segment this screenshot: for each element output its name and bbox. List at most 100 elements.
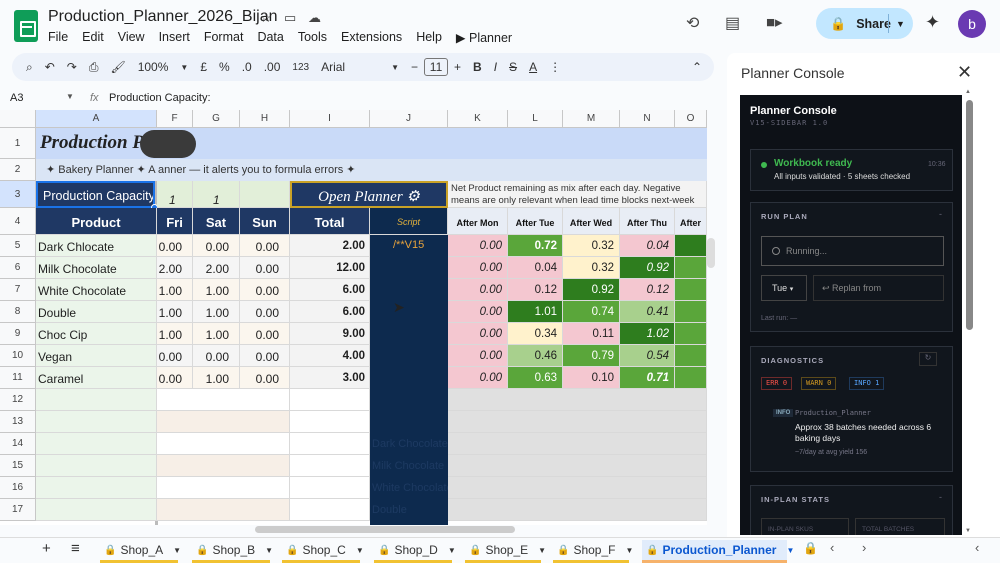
select-all-corner[interactable] — [0, 110, 36, 128]
remaining-value[interactable]: 0.72 — [508, 235, 563, 257]
font-size-plus-icon[interactable]: + — [448, 60, 467, 74]
day-value[interactable]: 1.00 — [157, 323, 193, 345]
empty-cell[interactable] — [290, 477, 370, 499]
empty-cell[interactable] — [36, 411, 157, 433]
day-value[interactable]: 0.00 — [240, 279, 290, 301]
remaining-value[interactable]: 0.10 — [563, 367, 620, 389]
menu-planner[interactable]: ▶ Planner — [456, 30, 512, 45]
day-value[interactable]: 0.00 — [157, 235, 193, 257]
chevron-down-icon[interactable]: ▼ — [786, 546, 794, 555]
remaining-value[interactable]: 0.04 — [508, 257, 563, 279]
column-header[interactable]: F — [157, 110, 193, 128]
move-folder-icon[interactable]: ▭ — [284, 10, 296, 26]
column-header[interactable]: H — [240, 110, 290, 128]
text-color-icon[interactable]: A — [523, 60, 543, 74]
sheet-tab-shop-e[interactable]: 🔒 Shop_E ▼ — [465, 540, 546, 560]
all-sheets-icon[interactable]: ≡ — [71, 540, 80, 557]
remaining-value[interactable]: 1.02 — [620, 323, 675, 345]
more-icon[interactable]: ⋮ — [543, 60, 567, 74]
day-value[interactable]: 0.00 — [157, 345, 193, 367]
sheet-tab-production-planner[interactable]: 🔒 Production_Planner ▼ — [642, 540, 794, 560]
share-button[interactable]: 🔒 Share ▼ — [816, 8, 913, 39]
remaining-value[interactable]: 0.12 — [620, 279, 675, 301]
column-header[interactable]: A — [36, 110, 157, 128]
total-value[interactable]: 6.00 — [290, 301, 370, 323]
remaining-value[interactable]: 0.32 — [563, 235, 620, 257]
row-header[interactable]: 16 — [0, 477, 36, 499]
product-name[interactable]: Double — [36, 301, 157, 323]
day-value[interactable]: 1.00 — [193, 323, 240, 345]
day-value[interactable]: 1.00 — [157, 279, 193, 301]
increase-decimal-button[interactable]: .00 — [258, 60, 287, 74]
row-header[interactable]: 5 — [0, 235, 36, 257]
menu-tools[interactable]: Tools — [298, 30, 327, 45]
chevron-down-icon[interactable]: ▼ — [356, 546, 364, 555]
remaining-value[interactable]: 0.54 — [620, 345, 675, 367]
grid-vertical-scrollbar[interactable] — [707, 238, 715, 268]
remaining-value[interactable]: 0.63 — [508, 367, 563, 389]
empty-cell[interactable] — [36, 433, 157, 455]
remaining-value[interactable]: 0.00 — [448, 301, 508, 323]
history-icon[interactable]: ⟲ — [686, 13, 699, 33]
remaining-value[interactable] — [675, 235, 707, 257]
remaining-value[interactable]: 0.32 — [563, 257, 620, 279]
product-name[interactable]: Choc Cip — [36, 323, 157, 345]
total-value[interactable]: 9.00 — [290, 323, 370, 345]
doc-title[interactable]: Production_Planner_2026_Bijan — [48, 8, 278, 26]
sheet-tab-shop-d[interactable]: 🔒 Shop_D ▼ — [374, 540, 456, 560]
decrease-decimal-button[interactable]: .0 — [236, 60, 258, 74]
day-value[interactable]: 1.00 — [193, 301, 240, 323]
column-header[interactable]: G — [193, 110, 240, 128]
row-header[interactable]: 10 — [0, 345, 36, 367]
remaining-value[interactable]: 0.00 — [448, 345, 508, 367]
row-header[interactable]: 2 — [0, 159, 36, 181]
remaining-value[interactable]: 0.11 — [563, 323, 620, 345]
total-value[interactable]: 2.00 — [290, 235, 370, 257]
empty-cell[interactable] — [290, 433, 370, 455]
row-header[interactable]: 8 — [0, 301, 36, 323]
product-name[interactable]: Milk Chocolate — [36, 257, 157, 279]
chevron-down-icon[interactable]: ▼ — [625, 546, 633, 555]
remaining-value[interactable]: 0.92 — [563, 279, 620, 301]
info-count-badge[interactable]: INFO 1 — [849, 377, 885, 390]
refresh-icon[interactable]: ↻ — [919, 352, 937, 366]
total-value[interactable]: 4.00 — [290, 345, 370, 367]
empty-cell[interactable] — [157, 433, 290, 455]
close-icon[interactable]: ✕ — [957, 62, 972, 83]
total-value[interactable]: 6.00 — [290, 279, 370, 301]
capacity-input[interactable]: 1 — [193, 181, 240, 208]
remaining-value[interactable] — [675, 323, 707, 345]
gemini-icon[interactable]: ✦ — [925, 12, 940, 33]
total-value[interactable]: 12.00 — [290, 257, 370, 279]
formula-input[interactable]: Production Capacity: — [109, 92, 211, 104]
add-sheet-icon[interactable]: + — [42, 540, 51, 557]
remaining-value[interactable] — [675, 301, 707, 323]
empty-cell[interactable] — [448, 455, 707, 477]
day-value[interactable]: 0.00 — [240, 345, 290, 367]
empty-cell[interactable] — [448, 433, 707, 455]
empty-cell[interactable] — [157, 411, 290, 433]
day-value[interactable]: 0.00 — [240, 301, 290, 323]
day-value[interactable]: 0.00 — [240, 257, 290, 279]
empty-cell[interactable] — [36, 455, 157, 477]
sheet-tab-shop-f[interactable]: 🔒 Shop_F ▼ — [553, 540, 633, 560]
tab-scroll-right-icon[interactable]: › — [862, 540, 866, 555]
row-header[interactable]: 6 — [0, 257, 36, 279]
product-name[interactable]: Vegan — [36, 345, 157, 367]
sheet-tab-shop-a[interactable]: 🔒 Shop_A ▼ — [100, 540, 181, 560]
remaining-value[interactable]: 0.46 — [508, 345, 563, 367]
print-icon[interactable]: ⎙ — [83, 60, 105, 75]
menu-view[interactable]: View — [118, 30, 145, 45]
tab-scroll-left-icon[interactable]: ‹ — [830, 540, 834, 555]
product-name[interactable]: Dark Chlocate — [36, 235, 157, 257]
empty-cell[interactable] — [157, 455, 290, 477]
remaining-value[interactable]: 0.00 — [448, 235, 508, 257]
chevron-down-icon[interactable]: ▼ — [173, 546, 181, 555]
remaining-value[interactable] — [675, 279, 707, 301]
remaining-value[interactable]: 0.00 — [448, 279, 508, 301]
sheet-tab-shop-c[interactable]: 🔒 Shop_C ▼ — [282, 540, 364, 560]
row-header[interactable]: 12 — [0, 389, 36, 411]
column-header[interactable]: L — [508, 110, 563, 128]
zoom-select[interactable]: 100% — [132, 60, 175, 74]
menu-format[interactable]: Format — [204, 30, 244, 45]
